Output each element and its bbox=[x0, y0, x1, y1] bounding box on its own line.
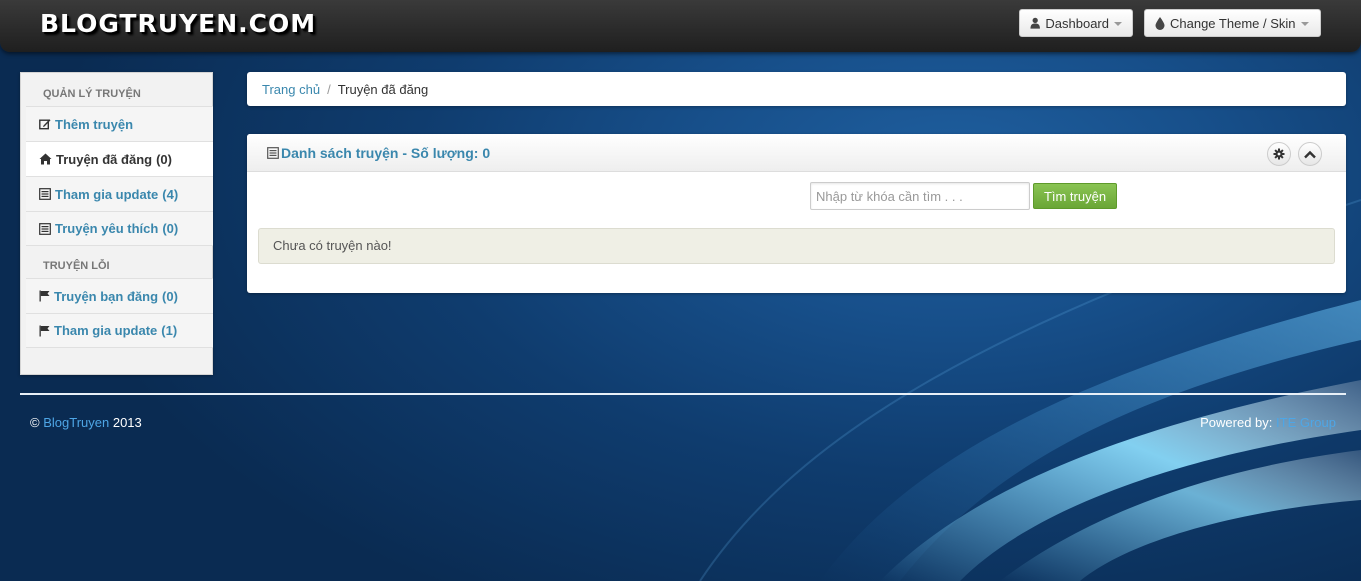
dashboard-button[interactable]: Dashboard bbox=[1019, 9, 1133, 37]
sidebar-item-label: Truyện bạn đăng bbox=[54, 288, 159, 304]
sidebar-section-title: TRUYỆN LỖI bbox=[43, 260, 110, 272]
list-icon bbox=[39, 222, 51, 235]
copyright-symbol: © bbox=[30, 415, 40, 430]
footer-year: 2013 bbox=[112, 415, 142, 430]
breadcrumb: Trang chủ / Truyện đã đăng bbox=[247, 72, 1346, 106]
sidebar-item-count: (1) bbox=[161, 323, 178, 338]
sidebar: QUẢN LÝ TRUYỆN Thêm truyện Truyện đã đăn… bbox=[20, 72, 213, 375]
panel-title: Danh sách truyện - Số lượng: 0 bbox=[267, 145, 490, 161]
theme-label: Change Theme / Skin bbox=[1170, 15, 1296, 31]
empty-alert: Chưa có truyện nào! bbox=[258, 228, 1335, 264]
site-logo[interactable]: BLOGTRUYEN.COM bbox=[40, 9, 316, 38]
chevron-up-icon bbox=[1304, 150, 1316, 158]
sidebar-section-title: QUẢN LÝ TRUYỆN bbox=[43, 88, 141, 100]
flag-icon bbox=[39, 325, 50, 336]
sidebar-item-count: (0) bbox=[156, 151, 172, 167]
sidebar-item-label: Truyện yêu thích bbox=[55, 221, 159, 236]
footer-divider bbox=[20, 393, 1346, 395]
breadcrumb-current: Truyện đã đăng bbox=[337, 81, 429, 97]
home-icon bbox=[39, 153, 52, 165]
footer-brand-link[interactable]: BlogTruyen bbox=[43, 415, 109, 430]
sidebar-item-label: Truyện đã đăng bbox=[56, 151, 153, 167]
edit-icon bbox=[39, 119, 51, 130]
sidebar-item-add-story[interactable]: Thêm truyện bbox=[26, 106, 213, 141]
sidebar-item-posted-stories[interactable]: Truyện đã đăng (0) bbox=[26, 141, 213, 176]
collapse-button[interactable] bbox=[1298, 142, 1322, 166]
gear-icon bbox=[1273, 148, 1285, 160]
top-navbar: BLOGTRUYEN.COM Dashboard Change Theme / … bbox=[0, 0, 1361, 52]
footer-powered-by: Powered by: ITE Group bbox=[1200, 415, 1336, 430]
search-button[interactable]: Tìm truyện bbox=[1033, 183, 1117, 209]
sidebar-item-label: Thêm truyện bbox=[55, 116, 134, 132]
sidebar-item-join-update[interactable]: Tham gia update (4) bbox=[26, 176, 213, 211]
sidebar-item-count: (4) bbox=[162, 186, 179, 202]
sidebar-item-error-update[interactable]: Tham gia update (1) bbox=[26, 313, 213, 348]
settings-button[interactable] bbox=[1267, 142, 1291, 166]
chevron-down-icon bbox=[1300, 22, 1309, 26]
breadcrumb-separator: / bbox=[327, 81, 331, 97]
droplet-icon bbox=[1155, 16, 1165, 30]
sidebar-item-error-posted[interactable]: Truyện bạn đăng (0) bbox=[26, 278, 213, 313]
flag-icon bbox=[39, 290, 50, 302]
change-theme-button[interactable]: Change Theme / Skin bbox=[1144, 9, 1321, 37]
sidebar-item-label: Tham gia update bbox=[55, 186, 159, 202]
breadcrumb-home-link[interactable]: Trang chủ bbox=[262, 82, 320, 97]
powered-by-link[interactable]: ITE Group bbox=[1276, 415, 1336, 430]
list-icon bbox=[39, 188, 51, 200]
panel-header: Danh sách truyện - Số lượng: 0 bbox=[247, 134, 1346, 172]
footer-copyright: © BlogTruyen 2013 bbox=[30, 415, 142, 430]
panel-title-text: Danh sách truyện - Số lượng: 0 bbox=[281, 145, 491, 161]
sidebar-item-favorites[interactable]: Truyện yêu thích (0) bbox=[26, 211, 213, 246]
powered-label: Powered by: bbox=[1200, 415, 1273, 430]
dashboard-label: Dashboard bbox=[1045, 15, 1109, 31]
sidebar-item-count: (0) bbox=[162, 221, 179, 236]
sidebar-item-count: (0) bbox=[162, 288, 178, 304]
search-input[interactable] bbox=[810, 182, 1030, 210]
story-list-panel: Danh sách truyện - Số lượng: 0 Tìm truyệ… bbox=[247, 134, 1346, 293]
sidebar-item-label: Tham gia update bbox=[54, 323, 158, 338]
list-icon bbox=[267, 147, 279, 159]
chevron-down-icon bbox=[1114, 22, 1122, 26]
user-icon bbox=[1030, 17, 1040, 29]
